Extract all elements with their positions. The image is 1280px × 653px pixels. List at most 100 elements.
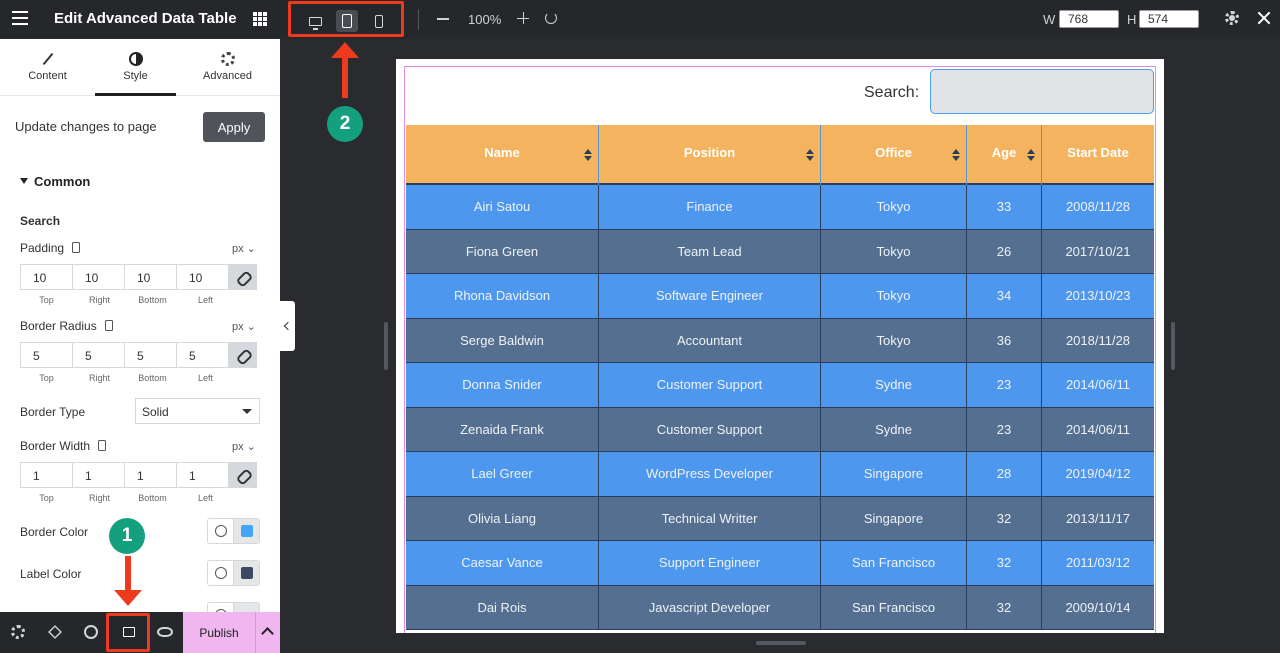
color-swatch-button[interactable] — [233, 603, 259, 612]
color-swatch-button[interactable] — [233, 519, 259, 543]
cell-start-date: 2011/03/12 — [1065, 555, 1131, 570]
apps-grid-icon[interactable] — [253, 12, 267, 26]
zoom-in-icon[interactable] — [517, 12, 529, 24]
width-left-input[interactable]: 1 — [176, 462, 229, 488]
settings-gear-icon[interactable] — [1225, 11, 1239, 25]
history-icon[interactable] — [84, 625, 98, 639]
caption: Bottom — [138, 373, 167, 383]
cell-age: 28 — [967, 452, 1042, 496]
tab-style[interactable]: Style — [95, 39, 176, 96]
radius-top-input[interactable]: 5 — [20, 342, 73, 368]
close-icon[interactable] — [1257, 11, 1271, 25]
preview-eye-icon[interactable] — [157, 627, 173, 637]
cell-age: 23 — [967, 363, 1042, 407]
menu-icon[interactable] — [12, 11, 28, 25]
mobile-device-button[interactable] — [368, 10, 390, 32]
border-color-control — [207, 518, 260, 544]
tab-label: Content — [28, 70, 67, 82]
globe-icon[interactable] — [208, 561, 234, 585]
sort-icon[interactable] — [584, 149, 592, 161]
annotation-arrow-shaft — [125, 556, 131, 592]
caption: Top — [39, 493, 54, 503]
cell-office: Tokyo — [821, 274, 967, 318]
link-values-icon[interactable] — [228, 264, 257, 290]
desktop-icon — [308, 16, 322, 30]
column-header-start-date[interactable]: Start Date — [1042, 125, 1154, 185]
apply-button[interactable]: Apply — [203, 112, 265, 142]
border-type-label: Border Type — [20, 405, 86, 419]
tab-advanced[interactable]: Advanced — [181, 39, 274, 96]
publish-button[interactable]: Publish — [183, 612, 255, 653]
control-label: Padding — [20, 241, 65, 255]
unit-selector[interactable]: px ⌄ — [232, 440, 256, 453]
tab-content[interactable]: Content — [1, 39, 94, 96]
tablet-device-button[interactable] — [336, 10, 358, 32]
caption: Bottom — [138, 295, 167, 305]
responsive-icon[interactable] — [104, 320, 113, 331]
navigator-layers-icon[interactable] — [48, 625, 62, 639]
responsive-mode-button[interactable] — [106, 613, 150, 652]
width-input[interactable]: 768 — [1059, 10, 1119, 28]
bottom-resize-handle[interactable] — [756, 641, 806, 645]
cell-position: Technical Writter — [599, 496, 821, 541]
divider — [418, 9, 419, 30]
label-color-control — [207, 560, 260, 586]
responsive-icon[interactable] — [72, 242, 81, 253]
column-header-position[interactable]: Position — [599, 125, 821, 185]
collapse-panel-button[interactable] — [280, 301, 295, 351]
width-right-input[interactable]: 1 — [72, 462, 125, 488]
cell-name: Caesar Vance — [406, 541, 599, 585]
reset-zoom-icon[interactable] — [545, 12, 557, 24]
caption: Top — [39, 373, 54, 383]
sort-icon[interactable] — [952, 149, 960, 161]
height-label: H — [1127, 12, 1137, 27]
cell-age: 26 — [967, 229, 1042, 274]
annotation-arrow-down — [114, 590, 142, 606]
globe-icon[interactable] — [208, 519, 234, 543]
desktop-device-button[interactable] — [304, 10, 326, 32]
padding-top-input[interactable]: 10 — [20, 264, 73, 290]
column-header-name[interactable]: Name — [406, 125, 599, 185]
radius-bottom-input[interactable]: 5 — [124, 342, 177, 368]
right-resize-handle[interactable] — [1171, 322, 1175, 370]
section-common[interactable]: Common — [20, 174, 90, 189]
device-preview-frame: Search: Name Position Office Age Start D… — [396, 59, 1164, 633]
link-values-icon[interactable] — [228, 342, 257, 368]
width-top-input[interactable]: 1 — [20, 462, 73, 488]
height-input[interactable]: 574 — [1139, 10, 1199, 28]
link-values-icon[interactable] — [228, 462, 257, 488]
caret-down-icon — [20, 178, 28, 184]
border-color-label: Border Color — [20, 525, 89, 539]
unit-selector[interactable]: px ⌄ — [232, 320, 256, 333]
publish-options-button[interactable] — [255, 612, 280, 653]
padding-right-input[interactable]: 10 — [72, 264, 125, 290]
unit-selector[interactable]: px ⌄ — [232, 242, 256, 255]
border-type-select[interactable]: Solid — [135, 398, 260, 424]
radius-left-input[interactable]: 5 — [176, 342, 229, 368]
column-header-label: Age — [991, 145, 1017, 160]
column-header-label: Start Date — [1067, 145, 1129, 160]
left-resize-handle[interactable] — [384, 322, 388, 370]
next-color-control — [207, 602, 260, 612]
zoom-out-icon[interactable] — [437, 18, 449, 20]
globe-icon[interactable] — [208, 603, 234, 612]
width-bottom-input[interactable]: 1 — [124, 462, 177, 488]
color-swatch-button[interactable] — [233, 561, 259, 585]
settings-icon[interactable] — [11, 625, 25, 639]
responsive-icon[interactable] — [98, 440, 107, 451]
table-row: Airi Satou Finance Tokyo 33 2008/11/28 — [406, 185, 1154, 230]
sort-icon[interactable] — [1027, 149, 1035, 161]
padding-left-input[interactable]: 10 — [176, 264, 229, 290]
column-header-age[interactable]: Age — [967, 125, 1042, 185]
column-header-office[interactable]: Office — [821, 125, 967, 185]
radius-right-input[interactable]: 5 — [72, 342, 125, 368]
tab-label: Style — [123, 70, 148, 82]
table-search-input[interactable] — [930, 69, 1154, 114]
caption: Top — [39, 295, 54, 305]
cell-office: San Francisco — [821, 585, 967, 630]
sort-icon[interactable] — [806, 149, 814, 161]
cell-age: 33 — [967, 185, 1042, 229]
padding-bottom-input[interactable]: 10 — [124, 264, 177, 290]
table-row: Caesar Vance Support Engineer San Francisc… — [406, 541, 1154, 586]
step-badge-2: 2 — [327, 106, 363, 142]
